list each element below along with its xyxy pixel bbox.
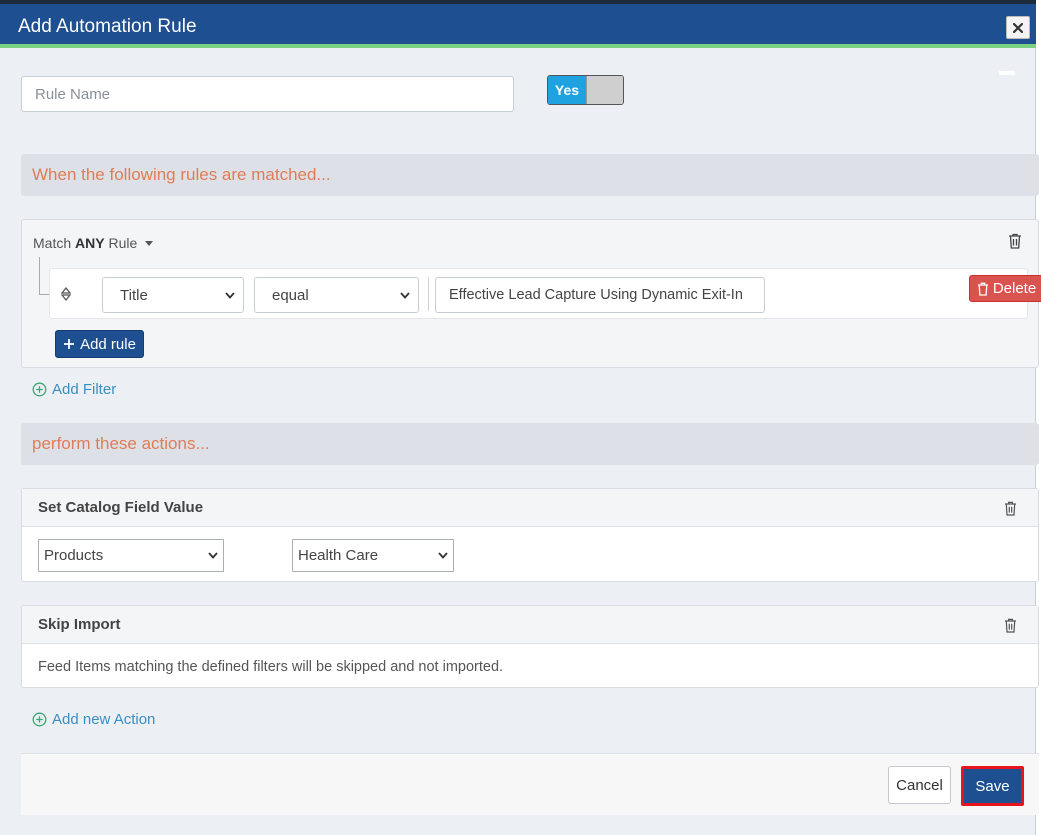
toggle-handle bbox=[586, 76, 623, 104]
delete-rule-button[interactable]: Delete bbox=[969, 275, 1041, 302]
scroll-indicator bbox=[999, 71, 1015, 75]
add-new-action-link[interactable]: Add new Action bbox=[32, 711, 155, 728]
trash-icon[interactable] bbox=[1004, 501, 1017, 516]
close-button[interactable] bbox=[1006, 16, 1030, 39]
rule-operator-select[interactable]: equal bbox=[254, 277, 419, 313]
modal-header: Add Automation Rule bbox=[0, 4, 1036, 44]
skip-import-description: Feed Items matching the defined filters … bbox=[38, 659, 504, 675]
modal-footer: Cancel Save bbox=[21, 753, 1039, 815]
actions-section-heading: perform these actions... bbox=[21, 423, 1039, 465]
action-title: Set Catalog Field Value bbox=[38, 499, 204, 516]
plus-circle-icon bbox=[32, 382, 47, 397]
rule-name-field[interactable] bbox=[21, 76, 514, 112]
add-filter-link[interactable]: Add Filter bbox=[32, 381, 116, 398]
action-card-skip-import: Skip Import Feed Items matching the defi… bbox=[21, 605, 1039, 688]
actions-heading-text: perform these actions... bbox=[32, 434, 210, 453]
plus-icon bbox=[64, 339, 75, 349]
chevron-down-icon bbox=[225, 292, 235, 299]
tree-connector bbox=[39, 257, 49, 295]
modal-title: Add Automation Rule bbox=[18, 16, 197, 37]
rules-panel: Match ANY Rule Title equal Effective Lea… bbox=[21, 219, 1041, 368]
conditions-section-heading: When the following rules are matched... bbox=[21, 154, 1039, 196]
catalog-value-select[interactable]: Health Care bbox=[292, 539, 454, 572]
cancel-button[interactable]: Cancel bbox=[888, 766, 951, 804]
rule-row: Title equal Effective Lead Capture Using… bbox=[49, 268, 1041, 319]
match-mode-dropdown[interactable]: Match ANY Rule bbox=[33, 235, 154, 251]
match-mode-value: ANY bbox=[75, 235, 105, 251]
action-card-set-catalog-field: Set Catalog Field Value Products Health … bbox=[21, 488, 1039, 582]
action-card-header: Skip Import bbox=[22, 606, 1038, 644]
conditions-heading-text: When the following rules are matched... bbox=[32, 165, 331, 184]
active-toggle[interactable]: Yes bbox=[547, 75, 624, 105]
trash-icon[interactable] bbox=[1008, 233, 1022, 249]
rule-field-select[interactable]: Title bbox=[102, 277, 244, 313]
add-rule-button[interactable]: Add rule bbox=[55, 330, 144, 358]
action-card-header: Set Catalog Field Value bbox=[22, 489, 1038, 527]
chevron-down-icon bbox=[438, 552, 448, 559]
trash-icon[interactable] bbox=[1004, 618, 1017, 633]
header-accent-bar bbox=[0, 44, 1036, 48]
close-icon bbox=[1013, 22, 1023, 33]
save-button[interactable]: Save bbox=[961, 766, 1024, 806]
trash-icon bbox=[977, 282, 988, 296]
automation-rule-modal: Add Automation Rule Yes When the followi… bbox=[0, 0, 1041, 835]
sort-handle-icon[interactable] bbox=[61, 286, 71, 302]
toggle-yes-label: Yes bbox=[548, 76, 586, 104]
rule-value-input[interactable]: Effective Lead Capture Using Dynamic Exi… bbox=[435, 277, 765, 313]
action-title: Skip Import bbox=[38, 616, 121, 633]
rule-divider bbox=[428, 277, 429, 311]
chevron-down-icon bbox=[208, 552, 218, 559]
catalog-field-select[interactable]: Products bbox=[38, 539, 224, 572]
caret-down-icon bbox=[145, 240, 154, 246]
plus-circle-icon bbox=[32, 712, 47, 727]
chevron-down-icon bbox=[400, 292, 410, 299]
rule-name-input[interactable] bbox=[22, 77, 513, 111]
